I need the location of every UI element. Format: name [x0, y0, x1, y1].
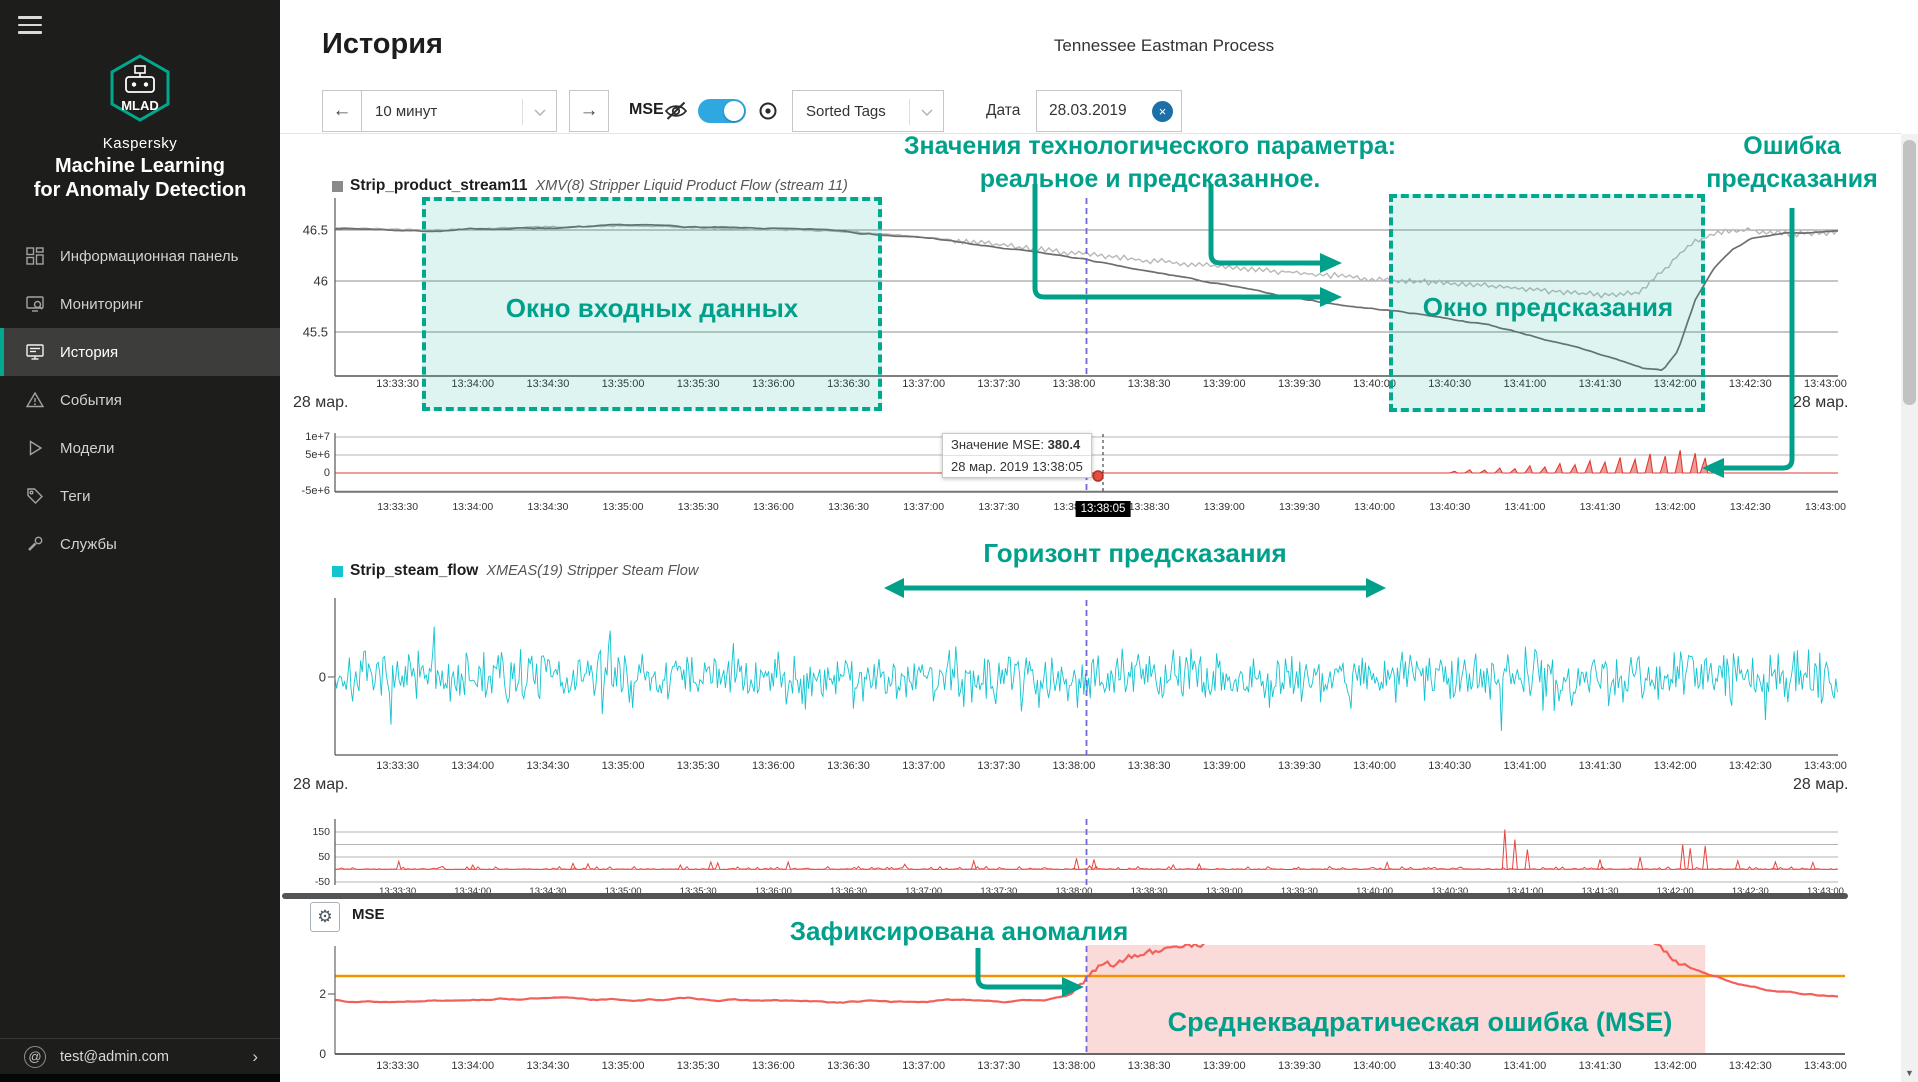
chevron-right-icon: › — [252, 1047, 258, 1067]
sidebar-item-events[interactable]: События — [0, 376, 280, 424]
models-icon — [26, 439, 44, 457]
sidebar-item-label: Модели — [60, 440, 114, 457]
annotation-prediction-error-1: Ошибка — [1743, 132, 1841, 161]
day-label: 28 мар. — [293, 776, 348, 794]
app-logo: MLAD Kaspersky Machine Learning for Anom… — [0, 54, 280, 202]
cursor-time-chip: 13:38:05 — [1076, 501, 1131, 517]
annotation-mse-caption: Среднеквадратическая ошибка (MSE) — [1168, 1007, 1673, 1038]
sidebar-item-label: Мониторинг — [60, 296, 143, 313]
sidebar-item-services[interactable]: Службы — [0, 520, 280, 568]
sidebar-item-history[interactable]: История — [0, 328, 280, 376]
day-label: 28 мар. — [1793, 394, 1848, 412]
annotation-prediction-horizon: Горизонт предсказания — [983, 538, 1286, 569]
brand-kaspersky: Kaspersky — [0, 135, 280, 152]
monitoring-icon — [26, 295, 44, 313]
scrollbar-thumb[interactable] — [1903, 140, 1916, 405]
annotation-anomaly-detected: Зафиксирована аномалия — [790, 916, 1129, 947]
tag1-name: Strip_product_stream11 — [350, 177, 527, 195]
annotation-param-values-2: реальное и предсказанное. — [980, 165, 1321, 194]
sidebar-bottom-strip — [0, 1074, 280, 1082]
services-icon — [26, 535, 44, 553]
annotation-input-window: Окно входных данных — [506, 293, 799, 324]
tag2-legend-swatch — [332, 566, 343, 577]
menu-toggle-button[interactable] — [18, 16, 42, 35]
dashboard-icon — [26, 247, 44, 265]
account-email: test@admin.com — [60, 1049, 252, 1065]
sidebar-item-label: Службы — [60, 536, 117, 553]
tooltip-datetime: 28 мар. 2019 13:38:05 — [943, 455, 1091, 477]
app-window: MLAD Kaspersky Machine Learning for Anom… — [0, 0, 1918, 1082]
events-icon — [26, 391, 44, 409]
day-label: 28 мар. — [1793, 776, 1848, 794]
svg-text:MLAD: MLAD — [121, 98, 159, 113]
user-avatar-icon: @ — [24, 1046, 46, 1068]
sidebar-item-label: Информационная панель — [60, 248, 238, 265]
scrollbar-track[interactable]: ▼ — [1901, 134, 1918, 1082]
splitter-handle[interactable] — [282, 893, 1848, 899]
sidebar-item-label: История — [60, 344, 118, 361]
tag2-name: Strip_steam_flow — [350, 562, 478, 580]
day-label: 28 мар. — [293, 394, 348, 412]
sidebar-item-models[interactable]: Модели — [0, 424, 280, 472]
gear-button[interactable]: ⚙ — [310, 902, 340, 932]
sidebar-item-tags[interactable]: Теги — [0, 472, 280, 520]
tag2-description: XMEAS(19) Stripper Steam Flow — [486, 563, 698, 579]
sidebar-item-dashboard[interactable]: Информационная панель — [0, 232, 280, 280]
account-menu[interactable]: @ test@admin.com › — [0, 1038, 280, 1074]
sidebar-item-monitoring[interactable]: Мониторинг — [0, 280, 280, 328]
annotation-prediction-error-2: предсказания — [1706, 165, 1878, 194]
brand-line2: for Anomaly Detection — [0, 178, 280, 202]
tags-icon — [26, 487, 44, 505]
tag1-legend: Strip_product_stream11 XMV(8) Stripper L… — [332, 177, 848, 195]
history-icon — [26, 343, 44, 361]
mse-tooltip: Значение MSE: 380.4 28 мар. 2019 13:38:0… — [942, 433, 1092, 478]
annotation-param-values-1: Значения технологического параметра: — [904, 132, 1396, 161]
tooltip-label: Значение MSE: — [951, 437, 1044, 452]
brand-line1: Machine Learning — [0, 154, 280, 178]
tag1-legend-swatch — [332, 181, 343, 192]
sidebar-item-label: События — [60, 392, 122, 409]
tag1-description: XMV(8) Stripper Liquid Product Flow (str… — [535, 178, 847, 194]
annotation-prediction-window: Окно предсказания — [1423, 292, 1673, 323]
sidebar-item-label: Теги — [60, 488, 91, 505]
tooltip-value: 380.4 — [1048, 437, 1081, 452]
tag2-legend: Strip_steam_flow XMEAS(19) Stripper Stea… — [332, 562, 698, 580]
sidebar: MLAD Kaspersky Machine Learning for Anom… — [0, 0, 280, 1082]
mlad-hexagon-icon: MLAD — [108, 54, 172, 122]
scrollbar-down-arrow[interactable]: ▼ — [1901, 1064, 1918, 1082]
mse-panel-label: MSE — [352, 906, 385, 923]
